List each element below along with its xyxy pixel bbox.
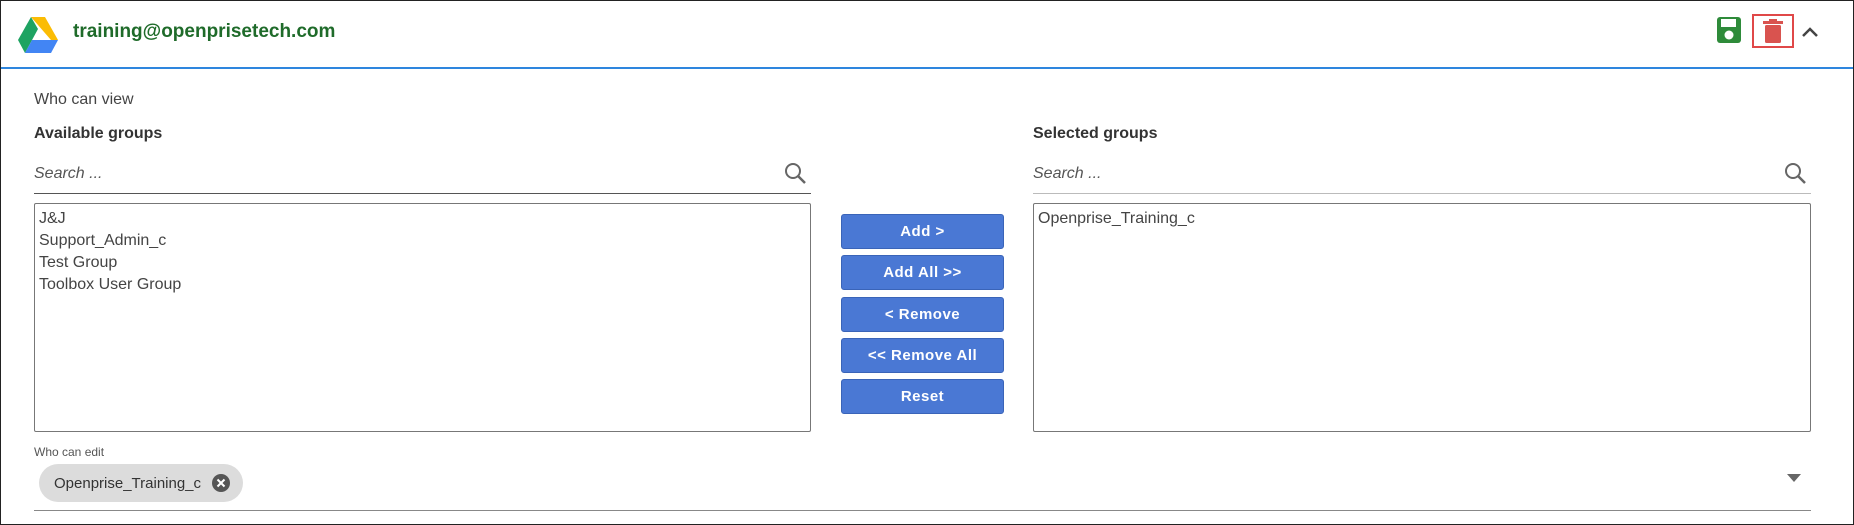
list-item[interactable]: Support_Admin_c bbox=[39, 230, 806, 252]
search-icon[interactable] bbox=[1783, 161, 1807, 185]
add-all-button[interactable]: Add All >> bbox=[841, 255, 1004, 290]
available-search-input[interactable] bbox=[34, 157, 754, 191]
selected-search bbox=[1033, 157, 1811, 194]
remove-button[interactable]: < Remove bbox=[841, 297, 1004, 332]
search-icon[interactable] bbox=[783, 161, 807, 185]
sharing-panel: training@openprisetech.com Who can view … bbox=[0, 0, 1854, 525]
selected-groups-title: Selected groups bbox=[1033, 125, 1158, 142]
list-item[interactable]: Toolbox User Group bbox=[39, 274, 806, 296]
list-item[interactable]: J&J bbox=[39, 208, 806, 230]
who-can-edit-label: Who can edit bbox=[34, 445, 105, 459]
selected-groups-list[interactable]: Openprise_Training_c bbox=[1033, 203, 1811, 432]
chevron-down-icon[interactable] bbox=[1785, 472, 1803, 484]
selected-search-input[interactable] bbox=[1033, 157, 1753, 191]
who-can-view-label: Who can view bbox=[34, 91, 134, 108]
chevron-up-icon[interactable] bbox=[1801, 25, 1819, 39]
add-button[interactable]: Add > bbox=[841, 214, 1004, 249]
delete-button[interactable] bbox=[1752, 14, 1794, 48]
list-item[interactable]: Openprise_Training_c bbox=[1038, 208, 1806, 230]
google-drive-icon bbox=[18, 17, 58, 53]
edit-field-underline bbox=[34, 510, 1811, 511]
trash-icon bbox=[1763, 19, 1783, 43]
reset-button[interactable]: Reset bbox=[841, 379, 1004, 414]
list-item[interactable]: Test Group bbox=[39, 252, 806, 274]
panel-header: training@openprisetech.com bbox=[1, 1, 1853, 69]
chip-label: Openprise_Training_c bbox=[54, 474, 202, 492]
account-title: training@openprisetech.com bbox=[73, 21, 336, 42]
save-icon[interactable] bbox=[1716, 16, 1742, 44]
close-circle-icon[interactable] bbox=[211, 473, 231, 493]
available-groups-list[interactable]: J&J Support_Admin_c Test Group Toolbox U… bbox=[34, 203, 811, 432]
available-groups-title: Available groups bbox=[34, 125, 163, 142]
edit-group-chip: Openprise_Training_c bbox=[39, 464, 244, 502]
remove-all-button[interactable]: << Remove All bbox=[841, 338, 1004, 373]
available-search bbox=[34, 157, 811, 194]
